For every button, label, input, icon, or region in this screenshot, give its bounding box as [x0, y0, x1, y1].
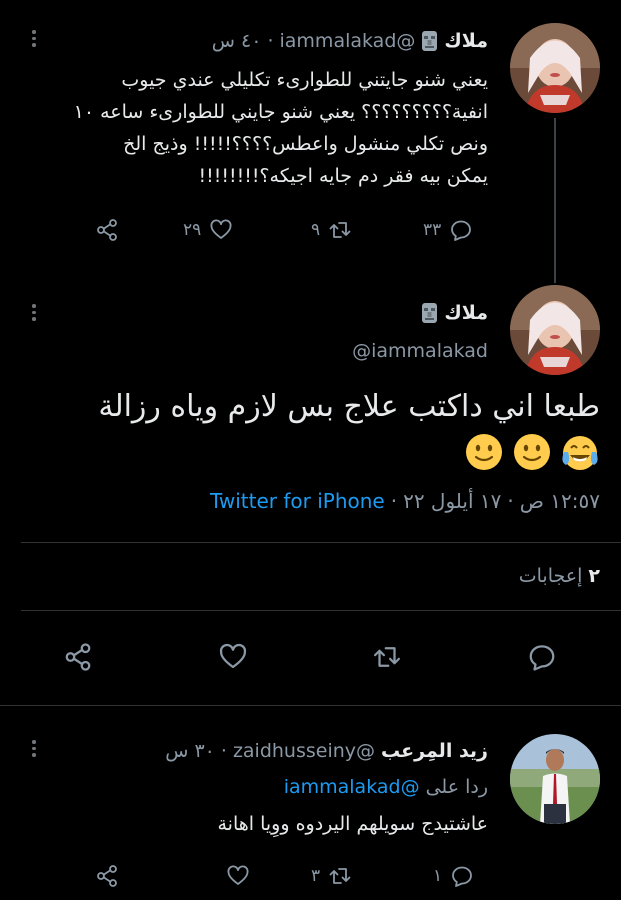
- more-options-icon[interactable]: [31, 304, 37, 321]
- replying-to-prefix: ردا على: [425, 776, 488, 798]
- thread-line: [554, 118, 556, 283]
- retweet-icon: [374, 647, 400, 667]
- like-button[interactable]: [218, 864, 250, 888]
- share-button[interactable]: [63, 642, 93, 672]
- moai-emoji-icon: [421, 303, 438, 323]
- avatar[interactable]: [510, 285, 600, 375]
- more-options-icon[interactable]: [31, 740, 37, 757]
- engagement-count[interactable]: ٢ إعجابات: [519, 565, 600, 587]
- retweet-button[interactable]: [372, 642, 402, 672]
- divider: [21, 542, 621, 543]
- slightly-smiling-face-icon: [464, 432, 504, 472]
- user-handle[interactable]: @iammalakad: [280, 30, 416, 52]
- tweet-header: ملاك: [421, 302, 488, 324]
- tweet-header: زيد المِرعب @zaidhusseiny · ٣٠ س: [165, 740, 488, 762]
- tweet-text: يعني شنو جايتني للطوارىء تكليلي عندي جيو…: [18, 64, 488, 192]
- tweet-source-link[interactable]: Twitter for iPhone: [210, 489, 385, 513]
- user-handle[interactable]: @zaidhusseiny: [233, 740, 375, 762]
- reply-icon: [529, 645, 555, 671]
- retweet-count: ٩: [311, 220, 321, 240]
- avatar[interactable]: [510, 23, 600, 113]
- reply-count: ١: [433, 866, 443, 886]
- tweet-time[interactable]: ٤٠ س: [212, 30, 262, 52]
- tweet-text: طبعا اني داكتب علاج بس لازم وياه رزالة: [98, 389, 600, 424]
- reply-icon: [452, 866, 473, 887]
- tweet-meta: ١٢:٥٧ ص · ١٧ أيلول ٢٢ · Twitter for iPho…: [210, 489, 600, 513]
- separator-dot: ·: [507, 489, 514, 513]
- like-button[interactable]: ٢٩: [183, 218, 233, 242]
- replying-to-handle[interactable]: @iammalakad: [284, 776, 420, 798]
- reply-icon: [451, 220, 472, 241]
- share-button[interactable]: [95, 218, 119, 242]
- share-icon: [65, 643, 91, 671]
- display-name[interactable]: زيد المِرعب: [381, 740, 488, 762]
- tweet-time[interactable]: ٣٠ س: [165, 740, 215, 762]
- share-button[interactable]: [95, 864, 119, 888]
- share-icon: [97, 219, 117, 241]
- like-button[interactable]: [218, 642, 248, 672]
- tweet-text-line: يمكن بيه فقر دم جايه اجيكه؟!!!!!!!!: [198, 165, 489, 187]
- replying-to: ردا على @iammalakad: [284, 776, 488, 798]
- divider: [0, 705, 621, 706]
- separator-dot: ·: [220, 740, 227, 762]
- retweet-icon: [329, 222, 351, 238]
- tweet-header: ملاك @iammalakad · ٤٠ س: [212, 30, 488, 52]
- avatar[interactable]: [510, 734, 600, 824]
- tweet-text-line: يعني شنو جايتني للطوارىء تكليلي عندي جيو…: [121, 69, 488, 91]
- tweet-meta-date[interactable]: ١٧ أيلول ٢٢: [403, 489, 501, 513]
- reply-count: ٣٣: [423, 220, 442, 240]
- engagement-count-label: إعجابات: [518, 565, 583, 587]
- retweet-icon: [329, 868, 351, 884]
- display-name[interactable]: ملاك: [444, 302, 488, 324]
- reply-button[interactable]: ١: [433, 864, 474, 888]
- user-handle[interactable]: @iammalakad: [352, 340, 488, 362]
- like-count: ٢٩: [183, 220, 202, 240]
- retweet-count: ٣: [311, 866, 321, 886]
- display-name[interactable]: ملاك: [444, 30, 488, 52]
- share-icon: [97, 865, 117, 887]
- moai-emoji-icon: [421, 31, 438, 51]
- divider: [21, 610, 621, 611]
- tweet-text-line: ونص تكلي منشول واعطس؟؟؟؟!!!!! وذيج الخ: [123, 133, 488, 155]
- face-with-tears-of-joy-icon: [560, 432, 600, 472]
- slightly-smiling-face-icon: [512, 432, 552, 472]
- more-options-icon[interactable]: [31, 30, 37, 47]
- heart-icon: [227, 865, 249, 885]
- separator-dot: ·: [390, 489, 398, 513]
- heart-icon: [210, 219, 232, 239]
- heart-icon: [219, 643, 247, 669]
- engagement-count-number: ٢: [588, 565, 600, 587]
- tweet-meta-time[interactable]: ١٢:٥٧ ص: [520, 489, 600, 513]
- tweet-text: عاشتيدج سويلهم اليردوه ووِيا اهانة: [217, 813, 489, 835]
- reply-button[interactable]: ٣٣: [423, 218, 473, 242]
- tweet-text-line: انفية؟؟؟؟؟؟؟؟؟ يعني شنو جايني للطوارىء س…: [73, 101, 488, 123]
- retweet-button[interactable]: ٩: [311, 218, 352, 242]
- separator-dot: ·: [267, 30, 274, 52]
- tweet-emojis: [464, 432, 600, 472]
- retweet-button[interactable]: ٣: [311, 864, 352, 888]
- reply-button[interactable]: [527, 642, 557, 672]
